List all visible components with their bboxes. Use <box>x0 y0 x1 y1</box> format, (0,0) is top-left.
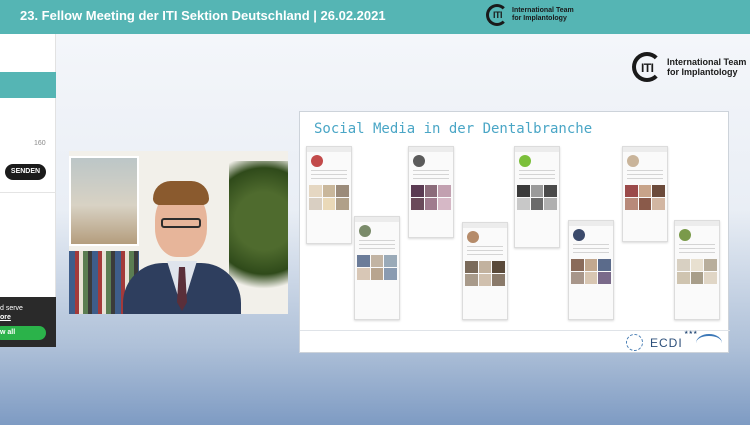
ecdi-globe-icon <box>626 334 643 351</box>
instagram-screenshot <box>354 216 400 320</box>
instagram-screenshot <box>514 146 560 248</box>
instagram-screenshot <box>622 146 668 242</box>
instagram-screenshot <box>462 222 508 320</box>
send-button[interactable]: SENDEN <box>5 164 46 180</box>
cookie-text: d serve <box>0 305 23 312</box>
ecdi-logo-text: ECDI <box>650 336 683 350</box>
chat-divider <box>0 192 56 193</box>
iti-presentation-logo: ITI International Team for Implantology <box>632 52 746 82</box>
eu-stars-icon: ★★★ <box>684 330 698 336</box>
chat-panel-header <box>0 72 56 98</box>
arc-logo-icon <box>696 334 722 352</box>
cookie-more-link[interactable]: ore <box>0 314 11 321</box>
speaker-video <box>69 151 288 314</box>
instagram-screenshot <box>408 146 454 238</box>
iti-header-logo: ITI International Team for Implantology <box>486 4 574 26</box>
instagram-screenshot <box>306 146 352 244</box>
meeting-title: 23. Fellow Meeting der ITI Sektion Deuts… <box>20 8 386 23</box>
speaker-glasses <box>161 218 201 228</box>
cookie-banner: d serve ore w all <box>0 297 56 347</box>
allow-all-button[interactable]: w all <box>0 326 46 340</box>
slide-footer-divider <box>300 330 730 331</box>
instagram-screenshot <box>674 220 720 320</box>
char-counter: 160 <box>34 140 46 147</box>
slide-title: Social Media in der Dentalbranche <box>314 121 593 137</box>
iti-logo-icon: ITI <box>486 4 508 26</box>
wall-picture <box>69 156 139 246</box>
meeting-header: 23. Fellow Meeting der ITI Sektion Deuts… <box>0 0 750 34</box>
instagram-screenshot <box>568 220 614 320</box>
speaker-hair <box>153 181 209 205</box>
presentation-slide: Social Media in der Dentalbranche ECDI ★… <box>299 111 730 353</box>
iti-logo-icon: ITI <box>632 52 662 82</box>
